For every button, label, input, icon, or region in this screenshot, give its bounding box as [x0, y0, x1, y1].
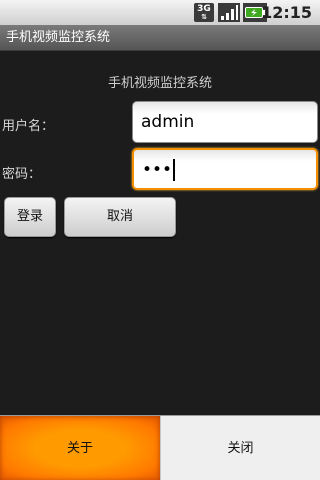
options-menu: 关于 关闭 [0, 415, 320, 480]
signal-icon [218, 3, 240, 22]
phone-screen: 3G ⇅ 12:15 手机视频监控系统 手机视频监控系统 用户名： admin … [0, 0, 320, 480]
title-bar: 手机视频监控系统 [0, 25, 320, 51]
network-3g-icon: 3G ⇅ [194, 3, 214, 22]
app-title: 手机视频监控系统 [6, 30, 111, 45]
password-field[interactable]: ••• [132, 148, 318, 190]
username-label: 用户名： [2, 119, 55, 134]
login-button[interactable]: 登录 [4, 197, 56, 237]
cancel-button[interactable]: 取消 [64, 197, 176, 237]
form-header: 手机视频监控系统 [107, 76, 212, 91]
menu-item-about[interactable]: 关于 [0, 416, 160, 480]
text-cursor [173, 159, 176, 181]
network-arrows-icon: ⇅ [201, 13, 207, 21]
status-bar: 3G ⇅ 12:15 [0, 0, 320, 25]
password-value: ••• [142, 160, 173, 180]
username-field[interactable]: admin [132, 101, 318, 143]
menu-item-close[interactable]: 关闭 [160, 416, 320, 480]
status-time: 12:15 [261, 3, 312, 22]
username-value: admin [141, 112, 195, 132]
password-label: 密码： [2, 167, 42, 182]
